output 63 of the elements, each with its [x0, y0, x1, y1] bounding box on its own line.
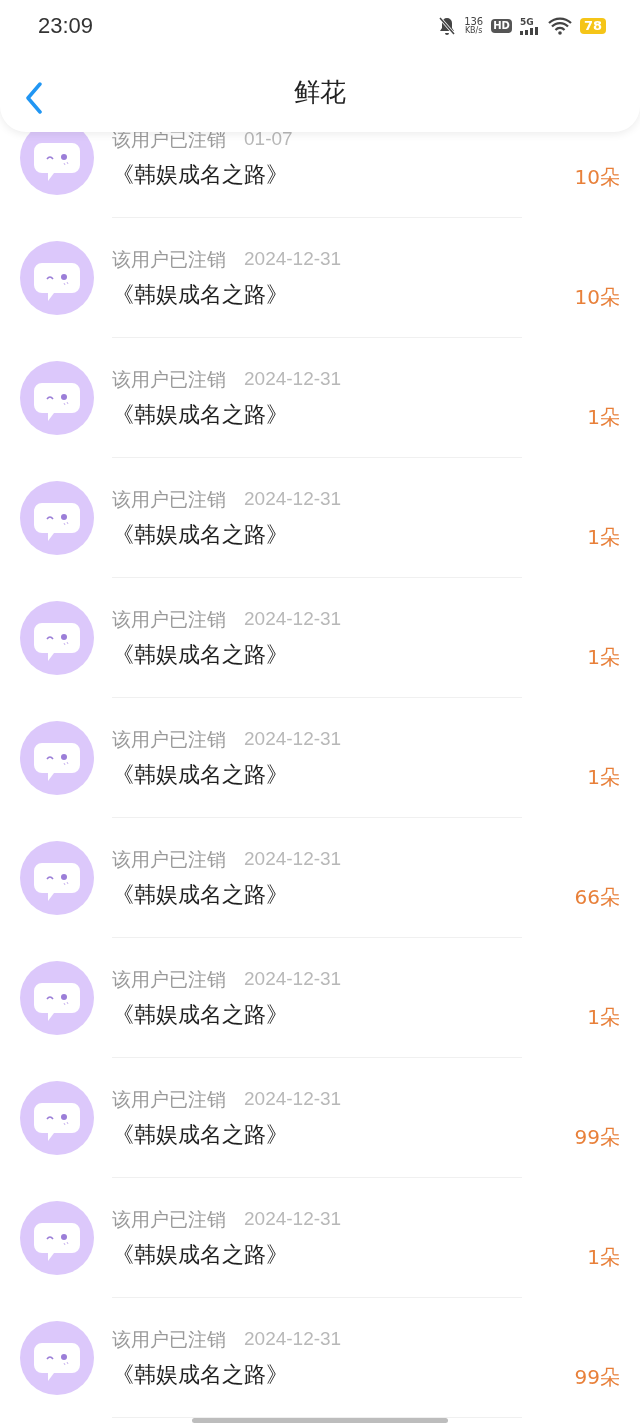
gift-date: 2024-12-31 — [244, 727, 342, 751]
gift-date: 2024-12-31 — [244, 1207, 342, 1231]
flower-count: 99朵 — [574, 1364, 620, 1391]
user-name: 该用户已注销 — [112, 1327, 226, 1351]
avatar-icon — [20, 841, 94, 915]
avatar-icon — [20, 1081, 94, 1155]
network-label: 5G — [519, 17, 534, 27]
gift-date: 2024-12-31 — [244, 967, 342, 991]
book-title[interactable]: 《韩娱成名之路》 — [112, 641, 522, 669]
book-title[interactable]: 《韩娱成名之路》 — [112, 161, 522, 189]
avatar-icon — [20, 601, 94, 675]
book-title[interactable]: 《韩娱成名之路》 — [112, 881, 522, 909]
avatar-icon — [20, 1321, 94, 1395]
gift-date: 2024-12-31 — [244, 607, 342, 631]
gift-date: 2024-12-31 — [244, 1327, 342, 1351]
avatar-icon — [20, 481, 94, 555]
signal-icon — [519, 26, 540, 35]
user-name: 该用户已注销 — [112, 247, 226, 271]
gift-date: 2024-12-31 — [244, 367, 342, 391]
page-title: 鲜花 — [294, 75, 346, 109]
bell-muted-icon — [438, 16, 457, 36]
user-name: 该用户已注销 — [112, 727, 226, 751]
wifi-icon — [547, 17, 572, 35]
gift-date: 2024-12-31 — [244, 1087, 342, 1111]
book-title[interactable]: 《韩娱成名之路》 — [112, 521, 522, 549]
hd-badge: HD — [491, 19, 512, 33]
flower-count: 1朵 — [587, 764, 620, 791]
book-title[interactable]: 《韩娱成名之路》 — [112, 1001, 522, 1029]
avatar-icon — [20, 1201, 94, 1275]
flower-count: 1朵 — [587, 644, 620, 671]
user-name: 该用户已注销 — [112, 1087, 226, 1111]
gift-date: 2024-12-31 — [244, 847, 342, 871]
gift-date: 2024-12-31 — [244, 247, 342, 271]
avatar-icon — [20, 721, 94, 795]
flower-count: 1朵 — [587, 524, 620, 551]
user-name: 该用户已注销 — [112, 967, 226, 991]
user-name: 该用户已注销 — [112, 1207, 226, 1231]
book-title[interactable]: 《韩娱成名之路》 — [112, 1121, 522, 1149]
avatar-icon — [20, 961, 94, 1035]
book-title[interactable]: 《韩娱成名之路》 — [112, 281, 522, 309]
book-title[interactable]: 《韩娱成名之路》 — [112, 761, 522, 789]
book-title[interactable]: 《韩娱成名之路》 — [112, 1241, 522, 1269]
user-name: 该用户已注销 — [112, 607, 226, 631]
flower-count: 99朵 — [574, 1124, 620, 1151]
clock: 23:09 — [38, 13, 94, 39]
user-name: 该用户已注销 — [112, 847, 226, 871]
flower-count: 1朵 — [587, 404, 620, 431]
back-icon[interactable] — [24, 82, 44, 114]
book-title[interactable]: 《韩娱成名之路》 — [112, 1361, 522, 1389]
gift-date: 01-07 — [244, 127, 293, 151]
flower-count: 66朵 — [574, 884, 620, 911]
user-name: 该用户已注销 — [112, 487, 226, 511]
book-title[interactable]: 《韩娱成名之路》 — [112, 401, 522, 429]
flower-count: 10朵 — [574, 164, 620, 191]
avatar-icon — [20, 241, 94, 315]
flower-count: 1朵 — [587, 1244, 620, 1271]
battery-indicator: 78 — [579, 17, 606, 35]
user-name: 该用户已注销 — [112, 367, 226, 391]
network-speed: 136 KB/s — [464, 17, 484, 35]
gift-date: 2024-12-31 — [244, 487, 342, 511]
avatar-icon — [20, 361, 94, 435]
flower-count: 1朵 — [587, 1004, 620, 1031]
flower-count: 10朵 — [574, 284, 620, 311]
